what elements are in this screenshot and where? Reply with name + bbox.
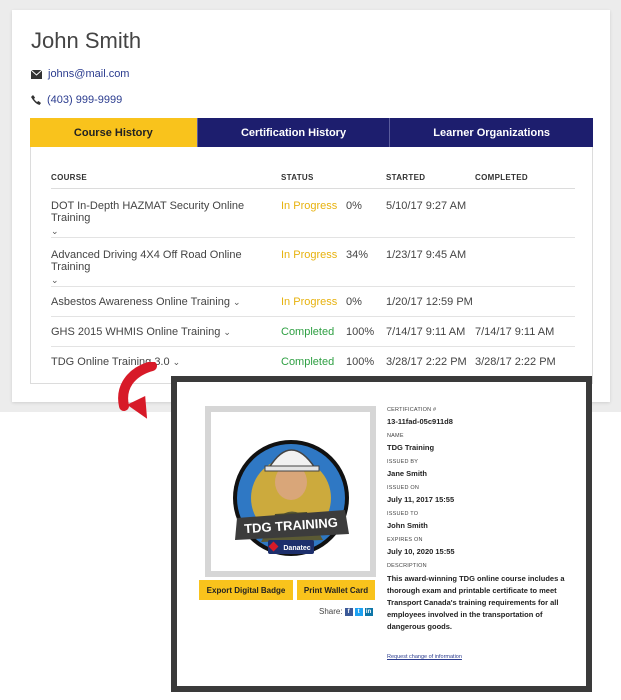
status-cell: Completed bbox=[281, 316, 346, 347]
tab-learner-organizations[interactable]: Learner Organizations bbox=[390, 118, 593, 147]
course-cell[interactable]: Advanced Driving 4X4 Off Road Online Tra… bbox=[51, 237, 281, 287]
email-row: johns@mail.com bbox=[31, 68, 129, 80]
issued-by-value: Jane Smith bbox=[387, 469, 428, 478]
chevron-down-icon[interactable]: ⌄ bbox=[51, 226, 281, 237]
expires-on-value: July 10, 2020 15:55 bbox=[387, 547, 455, 556]
started-cell: 5/10/17 9:27 AM bbox=[386, 188, 475, 238]
completed-cell: 3/28/17 2:22 PM bbox=[475, 356, 556, 368]
course-name: DOT In-Depth HAZMAT Security Online Trai… bbox=[51, 200, 245, 224]
completed-cell: 7/14/17 9:11 AM bbox=[475, 316, 575, 347]
started-cell: 3/28/17 2:22 PM bbox=[386, 356, 467, 368]
email-link[interactable]: johns@mail.com bbox=[48, 68, 129, 80]
percent-cell: 100% bbox=[346, 316, 386, 347]
cert-number-value: 13-11fad-05c911d8 bbox=[387, 417, 453, 426]
phone-link[interactable]: (403) 999-9999 bbox=[47, 94, 122, 106]
status-cell: In Progress bbox=[281, 286, 346, 317]
cert-number-label: CERTIFICATION # bbox=[387, 407, 437, 413]
facebook-icon[interactable]: f bbox=[344, 607, 353, 616]
course-name: Asbestos Awareness Online Training bbox=[51, 296, 230, 308]
phone-icon bbox=[31, 95, 41, 105]
percent-cell: 34% bbox=[346, 237, 386, 287]
issued-on-value: July 11, 2017 15:55 bbox=[387, 495, 455, 504]
export-digital-badge-button[interactable]: Export Digital Badge bbox=[199, 580, 293, 600]
completed-cell bbox=[475, 286, 575, 317]
course-cell[interactable]: DOT In-Depth HAZMAT Security Online Trai… bbox=[51, 188, 281, 238]
course-name: GHS 2015 WHMIS Online Training bbox=[51, 326, 221, 338]
table-row[interactable]: Advanced Driving 4X4 Off Road Online Tra… bbox=[51, 237, 575, 287]
course-cell[interactable]: Asbestos Awareness Online Training ⌄ bbox=[51, 286, 281, 317]
cert-name-value: TDG Training bbox=[387, 443, 435, 452]
certificate-detail-panel: TDG TRAINING Danatec Export Digital Badg… bbox=[171, 376, 592, 692]
col-started-header: STARTED bbox=[386, 171, 475, 189]
table-row[interactable]: DOT In-Depth HAZMAT Security Online Trai… bbox=[51, 188, 575, 238]
expires-on-label: EXPIRES ON bbox=[387, 537, 423, 543]
description-text: This award-winning TDG online course inc… bbox=[387, 574, 565, 631]
col-course-header: COURSE bbox=[51, 171, 281, 189]
certificate-details: CERTIFICATION # 13-11fad-05c911d8 NAME T… bbox=[387, 407, 577, 633]
started-cell: 7/14/17 9:11 AM bbox=[386, 316, 475, 347]
twitter-icon[interactable]: t bbox=[354, 607, 363, 616]
badge-frame: TDG TRAINING Danatec bbox=[205, 406, 376, 577]
table-row[interactable]: GHS 2015 WHMIS Online Training ⌄ Complete… bbox=[51, 316, 575, 347]
badge-brand-text: Danatec bbox=[283, 545, 310, 552]
issued-by-label: ISSUED BY bbox=[387, 459, 419, 465]
linkedin-icon[interactable]: in bbox=[364, 607, 373, 616]
share-label: Share: bbox=[319, 607, 343, 616]
percent-cell: 100% bbox=[346, 356, 375, 368]
description-label: DESCRIPTION bbox=[387, 563, 427, 569]
tab-course-history[interactable]: Course History bbox=[30, 118, 198, 156]
table-header-row: COURSE STATUS STARTED COMPLETED bbox=[51, 171, 575, 189]
course-name: Advanced Driving 4X4 Off Road Online Tra… bbox=[51, 249, 242, 273]
completed-cell bbox=[475, 237, 575, 287]
course-cell[interactable]: GHS 2015 WHMIS Online Training ⌄ bbox=[51, 316, 281, 347]
status-cell: In Progress bbox=[281, 188, 346, 238]
issued-to-value: John Smith bbox=[387, 521, 428, 530]
started-cell: 1/20/17 12:59 PM bbox=[386, 286, 475, 317]
issued-to-label: ISSUED TO bbox=[387, 511, 419, 517]
percent-cell: 0% bbox=[346, 188, 386, 238]
percent-cell: 0% bbox=[346, 286, 386, 317]
status-cell: Completed bbox=[281, 356, 335, 368]
print-wallet-card-button[interactable]: Print Wallet Card bbox=[297, 580, 375, 600]
tdg-badge-image: TDG TRAINING Danatec bbox=[211, 412, 370, 571]
profile-tabs: Course History Certification History Lea… bbox=[30, 118, 593, 156]
learner-profile-card: John Smith johns@mail.com (403) 999-9999… bbox=[12, 10, 610, 402]
started-cell: 1/23/17 9:45 AM bbox=[386, 237, 475, 287]
issued-on-label: ISSUED ON bbox=[387, 485, 420, 491]
chevron-down-icon[interactable]: ⌄ bbox=[51, 275, 281, 286]
share-row: Share: f t in bbox=[319, 607, 373, 616]
completed-cell bbox=[475, 188, 575, 238]
col-completed-header: COMPLETED bbox=[475, 171, 575, 189]
col-percent-header bbox=[346, 171, 386, 189]
course-history-panel: COURSE STATUS STARTED COMPLETED DOT In-D… bbox=[30, 147, 593, 384]
chevron-down-icon[interactable]: ⌄ bbox=[223, 327, 231, 337]
chevron-down-icon[interactable]: ⌄ bbox=[233, 297, 241, 307]
phone-row: (403) 999-9999 bbox=[31, 94, 122, 106]
envelope-icon bbox=[31, 69, 42, 79]
course-history-table: COURSE STATUS STARTED COMPLETED DOT In-D… bbox=[51, 171, 575, 377]
learner-name: John Smith bbox=[31, 28, 142, 53]
status-cell: In Progress bbox=[281, 237, 346, 287]
table-row[interactable]: Asbestos Awareness Online Training ⌄ In P… bbox=[51, 286, 575, 317]
cert-name-label: NAME bbox=[387, 433, 404, 439]
tab-certification-history[interactable]: Certification History bbox=[198, 118, 391, 147]
curved-arrow-icon bbox=[112, 361, 174, 437]
col-status-header: STATUS bbox=[281, 171, 346, 189]
request-change-link[interactable]: Request change of information bbox=[387, 654, 462, 660]
